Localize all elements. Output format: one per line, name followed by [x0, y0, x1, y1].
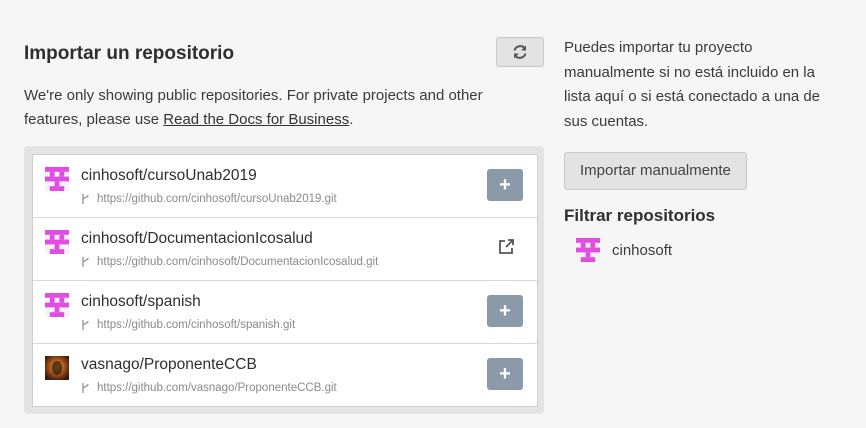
sidebar: Puedes importar tu proyecto manualmente … [564, 36, 844, 262]
intro-text: We're only showing public repositories. … [24, 84, 524, 132]
add-repo-button[interactable]: + [487, 295, 523, 327]
title-row: Importar un repositorio [24, 36, 544, 70]
repo-name[interactable]: cinhosoft/spanish [81, 293, 201, 311]
add-repo-button[interactable]: + [487, 358, 523, 390]
intro-text-end: . [349, 111, 354, 128]
repo-url-text: https://github.com/cinhosoft/cursoUnab20… [97, 193, 337, 205]
repo-name[interactable]: vasnago/ProponenteCCB [81, 356, 257, 374]
repo-url-text: https://github.com/cinhosoft/spanish.git [97, 319, 296, 331]
branch-icon [82, 383, 89, 393]
plus-icon: + [499, 363, 511, 385]
repo-list-container: cinhosoft/cursoUnab2019 https://github.c… [24, 146, 544, 414]
identicon-avatar [45, 167, 69, 191]
repo-item: vasnago/ProponenteCCB https://github.com… [33, 344, 537, 406]
branch-icon [82, 257, 89, 267]
identicon-avatar [45, 230, 69, 254]
repo-item: cinhosoft/DocumentacionIcosalud https://… [33, 218, 537, 281]
filter-title: Filtrar repositorios [564, 206, 716, 225]
page-title: Importar un repositorio [24, 43, 235, 64]
import-manually-button[interactable]: Importar manualmente [564, 152, 747, 190]
business-link[interactable]: Read the Docs for Business [163, 111, 349, 128]
identicon-avatar [576, 238, 600, 262]
filter-item-label: cinhosoft [612, 241, 673, 259]
repo-url-text: https://github.com/vasnago/ProponenteCCB… [97, 382, 337, 394]
add-repo-button[interactable]: + [487, 169, 523, 201]
filter-item-cinhosoft[interactable]: cinhosoft [564, 238, 844, 262]
repo-url: https://github.com/cinhosoft/cursoUnab20… [81, 193, 337, 205]
repo-url: https://github.com/cinhosoft/spanish.git [81, 319, 295, 331]
repo-url: https://github.com/cinhosoft/Documentaci… [81, 256, 378, 268]
repo-url-text: https://github.com/cinhosoft/Documentaci… [97, 256, 379, 268]
manual-import-help: Puedes importar tu proyecto manualmente … [564, 39, 821, 130]
refresh-icon [513, 45, 527, 59]
photo-avatar [45, 356, 69, 380]
external-link-icon[interactable] [497, 238, 515, 256]
branch-icon [82, 320, 89, 330]
repo-url: https://github.com/vasnago/ProponenteCCB… [81, 382, 337, 394]
branch-icon [82, 194, 89, 204]
repo-name[interactable]: cinhosoft/DocumentacionIcosalud [81, 230, 313, 248]
repo-list: cinhosoft/cursoUnab2019 https://github.c… [32, 154, 538, 407]
plus-icon: + [499, 300, 511, 322]
repo-name[interactable]: cinhosoft/cursoUnab2019 [81, 167, 257, 185]
refresh-button[interactable] [496, 37, 544, 67]
plus-icon: + [499, 174, 511, 196]
repo-item: cinhosoft/cursoUnab2019 https://github.c… [33, 155, 537, 218]
identicon-avatar [45, 293, 69, 317]
import-main: Importar un repositorio We're only showi… [24, 36, 544, 414]
repo-item: cinhosoft/spanish https://github.com/cin… [33, 281, 537, 344]
